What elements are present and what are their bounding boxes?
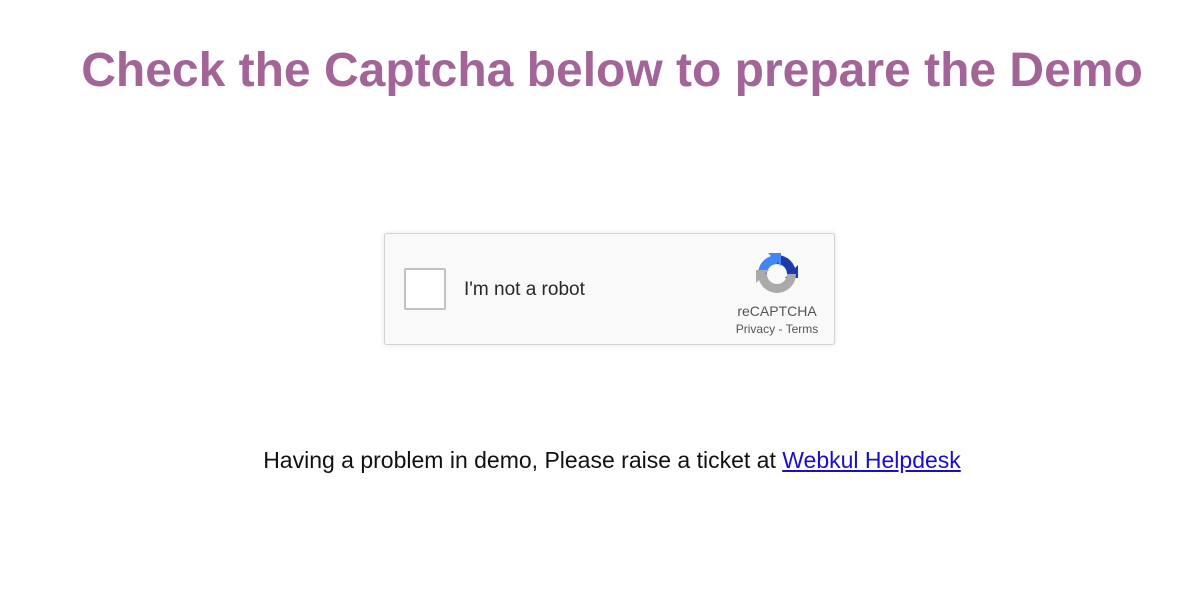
recaptcha-logo-icon: [756, 253, 798, 293]
recaptcha-widget: I'm not a robot reCAPTCHA Privacy - Term…: [384, 233, 835, 345]
terms-link[interactable]: Terms: [786, 322, 819, 336]
links-separator: -: [775, 322, 786, 336]
page-title: Check the Captcha below to prepare the D…: [81, 44, 1143, 97]
recaptcha-links: Privacy - Terms: [725, 322, 829, 336]
not-robot-checkbox[interactable]: [404, 268, 446, 310]
privacy-link[interactable]: Privacy: [736, 322, 775, 336]
recaptcha-logo-gray-arc: [758, 274, 796, 293]
help-message: Having a problem in demo, Please raise a…: [0, 446, 1194, 474]
webkul-helpdesk-link[interactable]: Webkul Helpdesk: [782, 447, 961, 473]
not-robot-label[interactable]: I'm not a robot: [464, 278, 585, 302]
help-text: Having a problem in demo, Please raise a…: [263, 447, 783, 473]
recaptcha-brand-text: reCAPTCHA: [737, 303, 817, 319]
